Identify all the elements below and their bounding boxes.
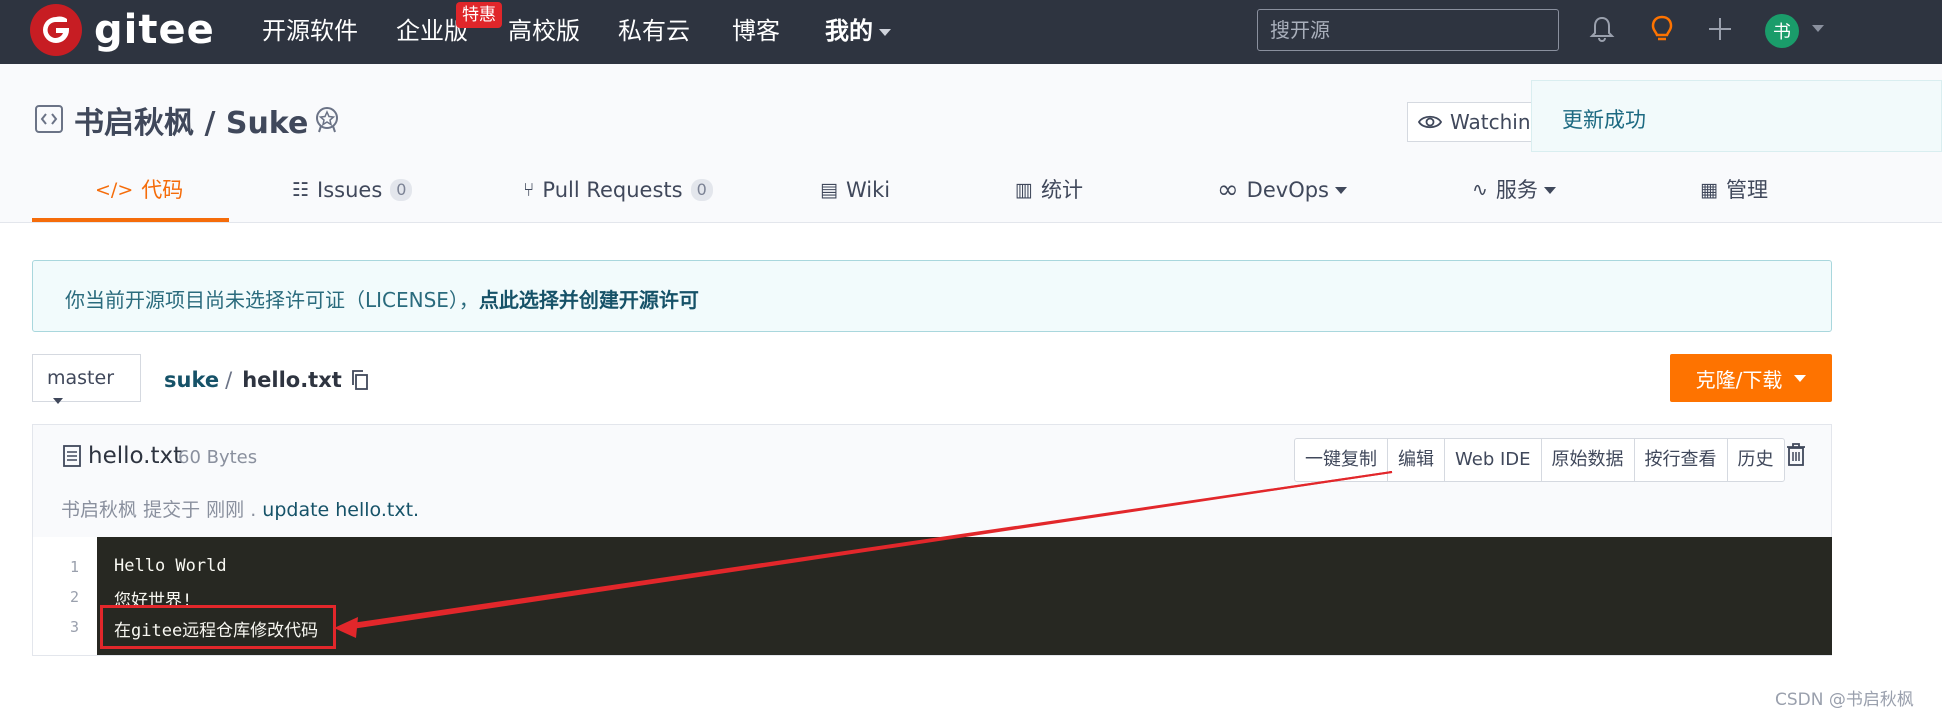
- watermark: CSDN @书启秋枫: [1775, 690, 1914, 710]
- annotation-arrow: [334, 471, 1393, 638]
